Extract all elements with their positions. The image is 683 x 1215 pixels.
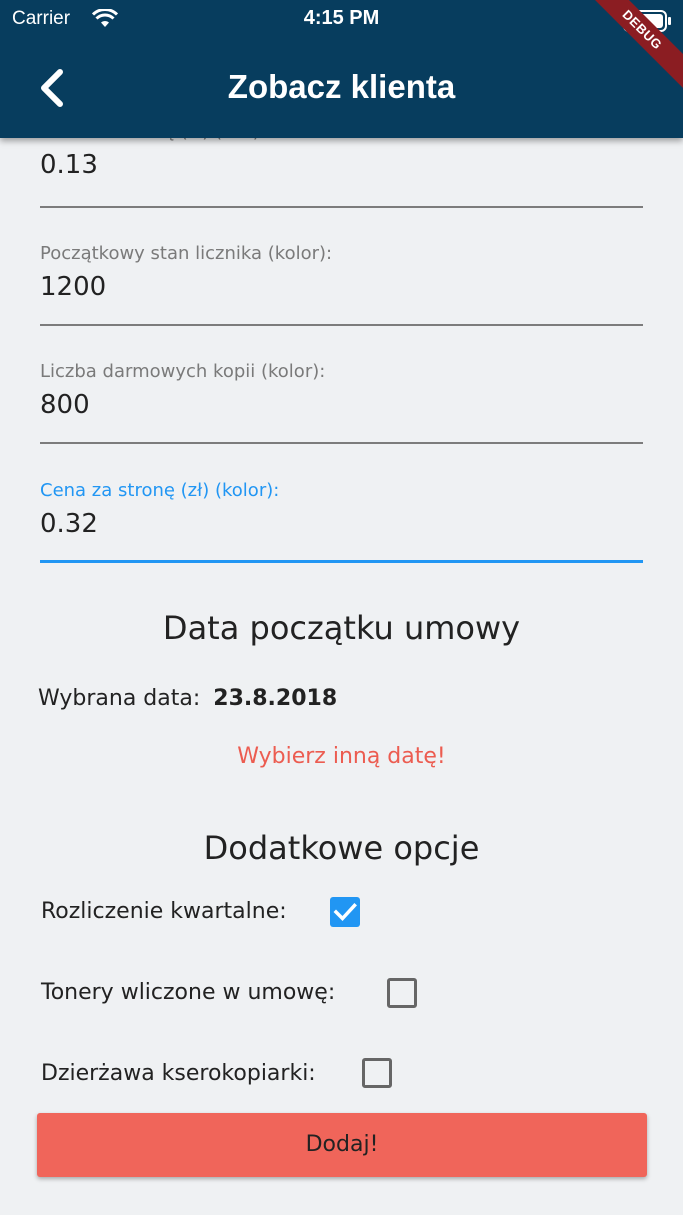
status-time: 4:15 PM [303,7,380,29]
options-heading: Dodatkowe opcje [203,829,480,867]
field-value[interactable]: 800 [40,388,643,422]
contract-start-heading: Data początku umowy [162,609,521,647]
initial-counter-color-field[interactable]: Początkowy stan licznika (kolor): 1200 [40,242,643,326]
field-underline [40,442,643,444]
free-copies-color-field[interactable]: Liczba darmowych kopii (kolor): 800 [40,360,643,444]
field-underline [40,324,643,326]
change-date-button[interactable]: Wybierz inną datę! [0,744,683,769]
selected-date-value: 23.8.2018 [213,686,338,711]
option-toners-label: Tonery wliczone w umowę: [41,980,336,1005]
price-per-page-color-field[interactable]: Cena za stronę (zł) (kolor): 0.32 [40,479,643,563]
app-bar: Carrier 4:15 PM Zobacz klienta [0,0,683,138]
status-bar: Carrier 4:15 PM [0,0,683,40]
field-label: Początkowy stan licznika (kolor): [40,243,333,264]
quarterly-billing-checkbox[interactable] [330,897,360,927]
selected-date-label: Wybrana data: [38,686,201,711]
copier-lease-checkbox[interactable] [362,1058,392,1088]
toners-included-checkbox[interactable] [387,978,417,1008]
field-value[interactable]: 0.32 [40,507,643,541]
selected-date-row: Wybrana data: 23.8.2018 [38,686,337,711]
field-value[interactable]: 1200 [40,270,643,304]
checkmark-icon [330,903,360,931]
field-underline [40,206,643,208]
option-quarterly-label: Rozliczenie kwartalne: [41,899,287,924]
page-title: Zobacz klienta [227,68,456,105]
field-underline [40,560,643,563]
field-label: Liczba darmowych kopii (kolor): [40,361,326,382]
add-button[interactable]: Dodaj! [37,1113,647,1177]
option-copier-lease-label: Dzierżawa kserokopiarki: [41,1061,316,1086]
field-value[interactable]: 0.13 [40,148,643,182]
field-label: Cena za stronę (zł) (kolor): [40,480,280,501]
